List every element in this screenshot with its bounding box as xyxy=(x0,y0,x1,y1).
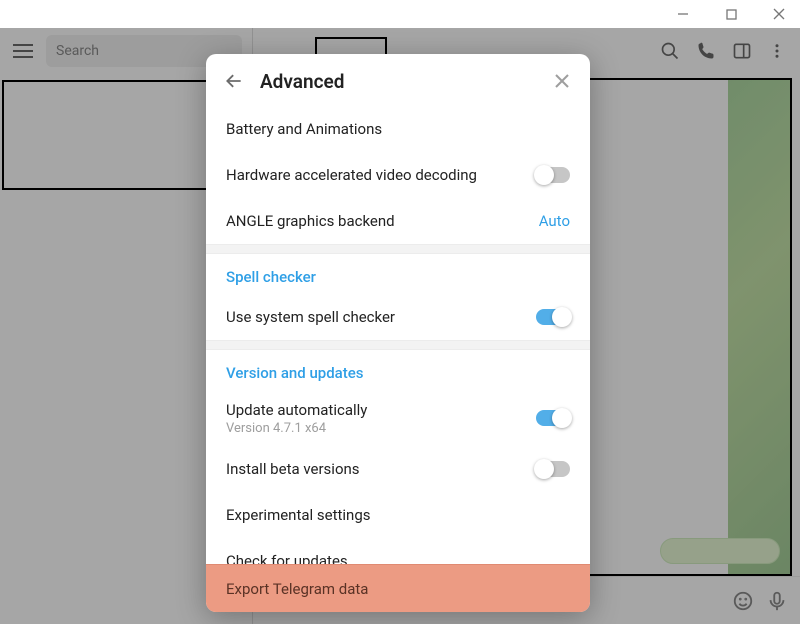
export-telegram-data[interactable]: Export Telegram data xyxy=(206,564,590,612)
row-label: Update automatically xyxy=(226,401,367,419)
row-label: Install beta versions xyxy=(226,460,360,478)
modal-title: Advanced xyxy=(260,70,536,93)
toggle-hardware-decode[interactable] xyxy=(536,167,570,183)
row-label: Battery and Animations xyxy=(226,120,382,138)
section-version-updates: Version and updates xyxy=(206,350,590,390)
settings-modal: Advanced Battery and Animations Hardware… xyxy=(206,54,590,612)
section-divider xyxy=(206,340,590,350)
row-system-spellchecker[interactable]: Use system spell checker xyxy=(206,294,590,340)
back-button[interactable] xyxy=(222,69,246,93)
toggle-system-spellchecker[interactable] xyxy=(536,309,570,325)
window-close-button[interactable] xyxy=(764,3,794,25)
angle-value: Auto xyxy=(539,212,570,230)
export-label: Export Telegram data xyxy=(226,580,368,598)
row-label: Check for updates xyxy=(226,552,348,564)
version-text: Version 4.7.1 x64 xyxy=(226,421,367,436)
close-button[interactable] xyxy=(550,69,574,93)
row-hardware-decode[interactable]: Hardware accelerated video decoding xyxy=(206,152,590,198)
window-minimize-button[interactable] xyxy=(668,3,698,25)
row-experimental-settings[interactable]: Experimental settings xyxy=(206,492,590,538)
window-titlebar xyxy=(0,0,800,28)
section-spellchecker: Spell checker xyxy=(206,254,590,294)
toggle-install-beta[interactable] xyxy=(536,461,570,477)
row-label: Experimental settings xyxy=(226,506,371,524)
row-battery-animations[interactable]: Battery and Animations xyxy=(206,108,590,152)
row-update-automatically[interactable]: Update automatically Version 4.7.1 x64 xyxy=(206,390,590,446)
window-maximize-button[interactable] xyxy=(716,3,746,25)
toggle-auto-update[interactable] xyxy=(536,410,570,426)
section-divider xyxy=(206,244,590,254)
row-angle-backend[interactable]: ANGLE graphics backend Auto xyxy=(206,198,590,244)
row-install-beta[interactable]: Install beta versions xyxy=(206,446,590,492)
row-label: Use system spell checker xyxy=(226,308,395,326)
row-label: Hardware accelerated video decoding xyxy=(226,166,477,184)
row-label: ANGLE graphics backend xyxy=(226,212,395,230)
row-check-updates[interactable]: Check for updates xyxy=(206,538,590,564)
